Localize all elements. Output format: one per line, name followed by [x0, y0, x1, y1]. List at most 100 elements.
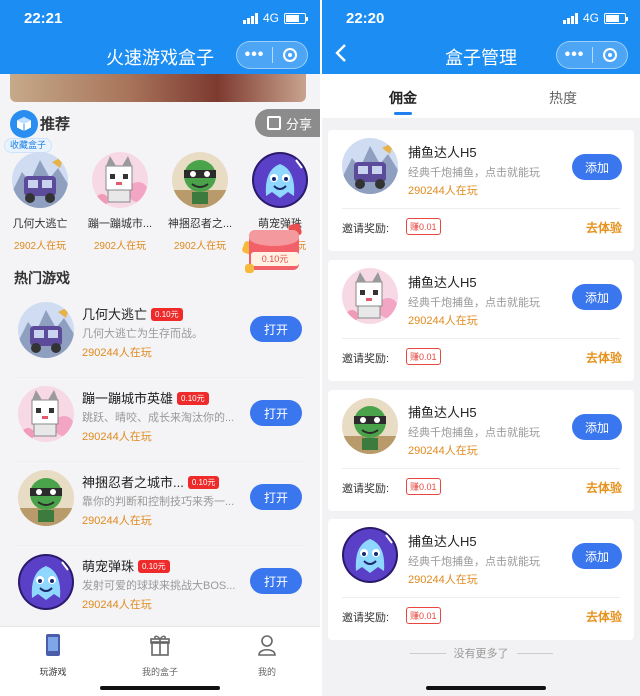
game-card: 捕鱼达人H5 经典千炮捕鱼，点击就能玩 290244人在玩 添加 邀请奖励: 赚0.01 去…: [328, 130, 634, 251]
game-avatar[interactable]: [342, 398, 398, 454]
game-description: 发射可爱的球球来挑战大BOS...: [82, 580, 236, 592]
invite-reward-label: 邀请奖励:: [342, 223, 390, 235]
list-item[interactable]: 萌宠弹珠 0.10元 发射可爱的球球来挑战大BOS... 290244人在玩 打开: [14, 546, 306, 630]
game-description: 几何大逃亡为生存而战。: [82, 328, 203, 340]
invite-reward-label: 邀请奖励:: [342, 353, 390, 365]
player-count: 2902人在玩: [13, 241, 67, 252]
left-screen: 22:21 4G 火速游戏盒子 ••• 收藏盒子 推荐 分享 几何大逃亡 2902…: [0, 0, 320, 696]
game-avatar[interactable]: [12, 152, 68, 208]
game-avatar[interactable]: [18, 386, 74, 442]
network-label: 4G: [262, 11, 279, 25]
try-link[interactable]: 去体验: [586, 219, 622, 236]
add-button[interactable]: 添加: [572, 543, 622, 569]
reward-badge: 0.10元: [151, 308, 183, 321]
close-miniprogram-icon[interactable]: [593, 48, 627, 62]
game-avatar[interactable]: [342, 138, 398, 194]
game-avatar[interactable]: [252, 152, 308, 208]
invite-reward-label: 邀请奖励:: [342, 483, 390, 495]
battery-icon: [604, 12, 628, 24]
cube-icon[interactable]: [10, 110, 38, 138]
game-avatar[interactable]: [18, 302, 74, 358]
active-tab-indicator: [394, 112, 412, 115]
game-description: 经典千炮捕鱼，点击就能玩: [408, 167, 540, 179]
featured-game[interactable]: 蹦一蹦城市... 2902人在玩: [82, 152, 158, 252]
miniprogram-capsule[interactable]: •••: [236, 41, 308, 69]
add-button[interactable]: 添加: [572, 414, 622, 440]
reward-badge: 0.10元: [138, 560, 170, 573]
gift-icon: [150, 635, 170, 656]
hot-games-title: 热门游戏: [14, 270, 70, 286]
recommend-title: 推荐: [40, 116, 71, 133]
player-count: 290244人在玩: [408, 445, 478, 457]
game-description: 经典千炮捕鱼，点击就能玩: [408, 556, 540, 568]
featured-game[interactable]: 几何大逃亡 2902人在玩: [2, 152, 78, 252]
open-button[interactable]: 打开: [250, 400, 302, 426]
nav-bar: 火速游戏盒子 •••: [0, 38, 320, 74]
red-packet[interactable]: 0.10元: [241, 222, 303, 274]
player-count: 290244人在玩: [82, 515, 152, 527]
home-indicator: [426, 686, 546, 690]
status-time: 22:21: [24, 10, 63, 27]
player-count: 290244人在玩: [82, 599, 152, 611]
player-count: 290244人在玩: [408, 574, 478, 586]
player-count: 2902人在玩: [173, 241, 227, 252]
tab-commission[interactable]: 佣金: [363, 88, 443, 108]
tab-popularity[interactable]: 热度: [523, 88, 603, 108]
status-time: 22:20: [346, 10, 385, 27]
try-link[interactable]: 去体验: [586, 479, 622, 496]
game-description: 跳跃、晴咬、成长来淘汰你的...: [82, 412, 235, 424]
game-avatar[interactable]: [92, 152, 148, 208]
game-card: 捕鱼达人H5 经典千炮捕鱼，点击就能玩 290244人在玩 添加邀请奖励: 赚0.01 去…: [328, 519, 634, 640]
share-icon: [267, 116, 281, 130]
tab-my-box[interactable]: 我的盒子: [120, 633, 200, 678]
try-link[interactable]: 去体验: [586, 349, 622, 366]
open-button[interactable]: 打开: [250, 484, 302, 510]
right-screen: 22:20 4G 盒子管理 ••• 佣金 热度 捕鱼达人H5 经典千炮捕鱼，点击就…: [322, 0, 640, 696]
tab-mine[interactable]: 我的: [227, 633, 307, 678]
earn-badge: 赚0.01: [406, 348, 441, 365]
featured-game[interactable]: 神捆忍者之... 2902人在玩: [162, 152, 238, 252]
more-icon[interactable]: •••: [237, 42, 272, 68]
game-name: 蹦一蹦城市...: [87, 218, 153, 230]
more-icon[interactable]: •••: [557, 42, 592, 68]
game-avatar[interactable]: [172, 152, 228, 208]
reward-badge: 0.10元: [177, 392, 209, 405]
miniprogram-capsule[interactable]: •••: [556, 41, 628, 69]
user-icon: [258, 635, 276, 656]
reward-badge: 0.10元: [187, 476, 220, 489]
player-count: 2902人在玩: [93, 241, 147, 252]
game-card: 捕鱼达人H5 经典千炮捕鱼，点击就能玩 290244人在玩 添加邀请奖励: 赚0.01 去…: [328, 260, 634, 381]
earn-badge: 赚0.01: [406, 218, 441, 235]
tab-bar: 玩游戏 我的盒子 我的: [0, 626, 320, 696]
earn-badge: 赚0.01: [406, 607, 441, 624]
list-item[interactable]: 蹦一蹦城市英雄 0.10元 跳跃、晴咬、成长来淘汰你的... 290244人在玩 打开: [14, 378, 306, 462]
game-name: 捕鱼达人H5: [408, 534, 477, 549]
sort-tabs: 佣金 热度: [322, 74, 640, 118]
player-count: 290244人在玩: [408, 315, 478, 327]
invite-reward-label: 邀请奖励:: [342, 612, 390, 624]
game-avatar[interactable]: [342, 527, 398, 583]
banner-image[interactable]: [10, 74, 306, 102]
signal-icon: [562, 12, 578, 24]
collect-box-label[interactable]: 收藏盒子: [4, 138, 53, 153]
close-miniprogram-icon[interactable]: [273, 48, 307, 62]
list-item[interactable]: 神捆忍者之城市... 0.10元 靠你的判断和控制技巧来秀一... 290244人在玩…: [14, 462, 306, 546]
tab-play-games[interactable]: 玩游戏: [13, 633, 93, 678]
try-link[interactable]: 去体验: [586, 608, 622, 625]
open-button[interactable]: 打开: [250, 316, 302, 342]
hot-games-list: 几何大逃亡 0.10元 几何大逃亡为生存而战。 290244人在玩 打开 蹦一蹦城市英雄 0…: [14, 294, 306, 630]
list-item[interactable]: 几何大逃亡 0.10元 几何大逃亡为生存而战。 290244人在玩 打开: [14, 294, 306, 378]
game-avatar[interactable]: [18, 470, 74, 526]
game-name: 捕鱼达人H5: [408, 275, 477, 290]
share-button[interactable]: 分享: [255, 109, 320, 137]
game-avatar[interactable]: [342, 268, 398, 324]
open-button[interactable]: 打开: [250, 568, 302, 594]
battery-icon: [284, 12, 308, 24]
game-description: 经典千炮捕鱼，点击就能玩: [408, 297, 540, 309]
game-name: 捕鱼达人H5: [408, 405, 477, 420]
game-name: 神捆忍者之城市...: [82, 475, 184, 490]
game-avatar[interactable]: [18, 554, 74, 610]
player-count: 290244人在玩: [408, 185, 478, 197]
add-button[interactable]: 添加: [572, 284, 622, 310]
add-button[interactable]: 添加: [572, 154, 622, 180]
